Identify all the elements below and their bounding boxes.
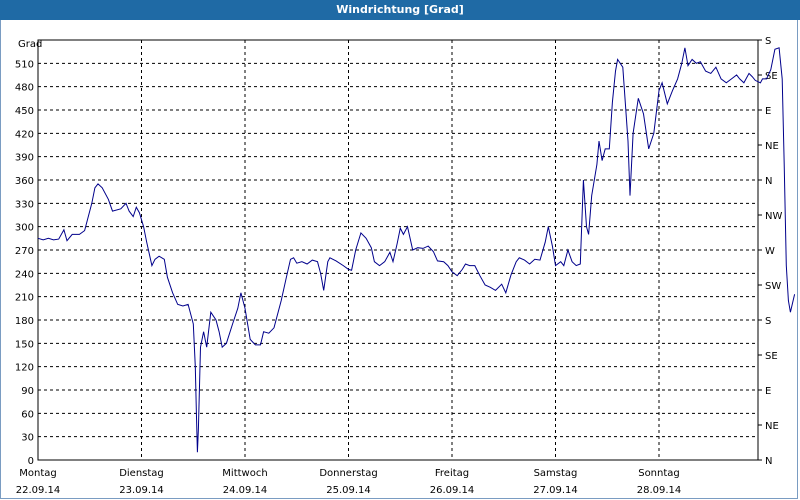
x-tick-day: Freitag — [435, 468, 469, 479]
x-tick-day: Montag — [19, 468, 56, 479]
y-tick-label: 30 — [21, 433, 34, 444]
right-tick-label: SW — [765, 281, 781, 292]
right-tick-label: N — [765, 456, 772, 467]
x-tick-date: 27.09.14 — [533, 485, 578, 496]
right-tick-label: S — [765, 316, 771, 327]
y-tick-label: 240 — [15, 269, 34, 280]
x-axis-ticks: Montag 22.09.14 Dienstag 23.09.14 Mittwoch 24… — [16, 468, 682, 496]
y-tick-label: 270 — [15, 246, 34, 257]
left-axis-ticks: 0 30 60 90 120 150 180 210 240 270 300 330 360 390 420… — [15, 59, 34, 467]
y-tick-label: 60 — [21, 409, 34, 420]
right-tick-label: N — [765, 176, 772, 187]
right-tick-label: NE — [765, 421, 779, 432]
y-tick-label: 390 — [15, 153, 34, 164]
x-tick-date: 25.09.14 — [326, 485, 371, 496]
y-tick-label: 180 — [15, 316, 34, 327]
x-tick-day: Mittwoch — [222, 468, 267, 479]
right-axis-ticks: N NE E SE S SW W NW N NE E SE S — [758, 36, 782, 467]
y-tick-label: 480 — [15, 83, 34, 94]
y-tick-label: 210 — [15, 293, 34, 304]
right-tick-label: E — [765, 386, 771, 397]
y-axis-unit-label: Grad — [18, 39, 42, 50]
x-tick-day: Donnerstag — [319, 468, 377, 479]
grid-lines — [38, 40, 758, 460]
x-tick-date: 22.09.14 — [16, 485, 61, 496]
right-tick-label: SE — [765, 351, 778, 362]
y-tick-label: 150 — [15, 339, 34, 350]
x-tick-date: 26.09.14 — [430, 485, 475, 496]
x-tick-day: Dienstag — [119, 468, 164, 479]
x-tick-day: Samstag — [534, 468, 578, 479]
x-tick-date: 23.09.14 — [119, 485, 164, 496]
y-tick-label: 0 — [28, 456, 34, 467]
right-tick-label: S — [765, 36, 771, 47]
y-tick-label: 330 — [15, 199, 34, 210]
y-tick-label: 360 — [15, 176, 34, 187]
x-tick-date: 28.09.14 — [637, 485, 682, 496]
right-tick-label: NE — [765, 141, 779, 152]
y-tick-label: 510 — [15, 59, 34, 70]
right-tick-label: SE — [765, 71, 778, 82]
y-tick-label: 120 — [15, 363, 34, 374]
right-tick-label: E — [765, 106, 771, 117]
line-chart: 0 30 60 90 120 150 180 210 240 270 300 330 360 390 420… — [15, 36, 796, 496]
y-tick-label: 90 — [21, 386, 34, 397]
x-tick-day: Sonntag — [638, 468, 680, 479]
y-tick-label: 420 — [15, 129, 34, 140]
y-tick-label: 300 — [15, 223, 34, 234]
x-tick-date: 24.09.14 — [223, 485, 268, 496]
right-tick-label: NW — [765, 211, 782, 222]
right-tick-label: W — [765, 246, 775, 257]
y-tick-label: 450 — [15, 106, 34, 117]
